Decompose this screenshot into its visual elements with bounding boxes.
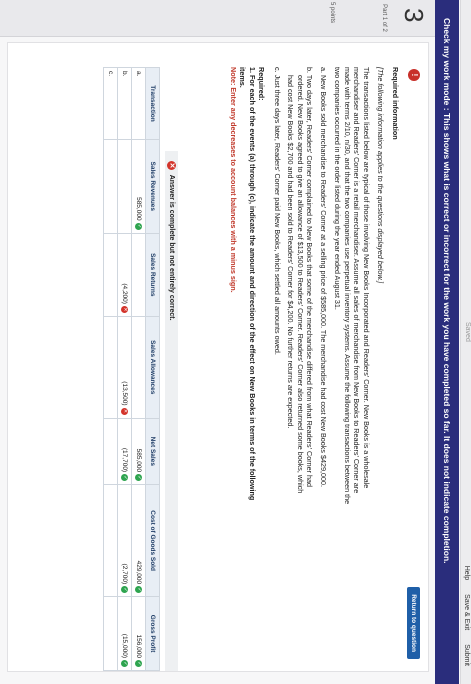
points-label: 5 points bbox=[329, 2, 335, 24]
transaction-list: a. New Books sold merchandise to Readers… bbox=[273, 67, 328, 507]
correct-check-icon: ✓ bbox=[135, 474, 143, 482]
correct-check-icon: ✓ bbox=[121, 474, 129, 482]
amount-value: 585,000 bbox=[134, 448, 142, 473]
intro-text: [The following information applies to th… bbox=[376, 67, 386, 284]
help-link[interactable]: Help bbox=[463, 566, 470, 580]
transaction-label: a. bbox=[131, 67, 146, 140]
note-text: Note: Enter any decreases to account bal… bbox=[229, 67, 238, 293]
amount-input-cell[interactable] bbox=[103, 316, 118, 419]
amount-value: 585,000 bbox=[134, 197, 142, 221]
correct-check-icon: ✓ bbox=[135, 660, 143, 667]
amount-input-cell[interactable] bbox=[131, 233, 146, 317]
column-header: Cost of Goods Sold bbox=[145, 484, 160, 597]
correct-check-icon: ✓ bbox=[121, 586, 129, 594]
required-heading: Required: bbox=[257, 67, 267, 101]
amount-value: (15,000) bbox=[120, 633, 128, 658]
amount-input-cell[interactable]: (17,700)✓ bbox=[117, 418, 132, 485]
amount-input-cell[interactable] bbox=[131, 316, 146, 419]
amount-input-cell[interactable] bbox=[117, 139, 132, 234]
amount-input-cell[interactable]: (15,000) ✓ bbox=[117, 596, 132, 671]
amount-value: (2,700) bbox=[120, 563, 128, 585]
answer-status-text: Answer is complete but not entirely corr… bbox=[168, 174, 175, 321]
scenario-paragraph: The transactions listed below are typica… bbox=[333, 67, 372, 505]
amount-input-cell[interactable]: 585,000✓ bbox=[131, 418, 146, 485]
amount-input-cell[interactable]: 156,000✓ bbox=[131, 596, 146, 671]
column-header: Sales Revenues bbox=[145, 139, 160, 234]
correct-check-icon: ✓ bbox=[121, 660, 129, 667]
top-links: Help Save & Exit Submit bbox=[463, 554, 470, 666]
column-header: Gross Profit bbox=[145, 596, 160, 671]
amount-input-cell[interactable]: 585,000✓ bbox=[131, 139, 146, 234]
table-row: c. bbox=[103, 67, 118, 671]
required-info-heading: Required information bbox=[391, 67, 400, 140]
answer-status-banner: ✕ Answer is complete but not entirely co… bbox=[165, 151, 178, 671]
amount-value: (13,500) bbox=[120, 381, 128, 406]
column-header: Sales Returns bbox=[145, 233, 160, 317]
column-header: Net Sales bbox=[145, 418, 160, 485]
page-stage: Saved Help Save & Exit Submit Check my w… bbox=[0, 0, 471, 684]
part-indicator: Part 1 of 2 bbox=[381, 4, 387, 32]
incorrect-x-icon: ✕ bbox=[121, 407, 129, 415]
return-to-question-button[interactable]: Return to question bbox=[407, 587, 420, 659]
amount-input-cell[interactable]: (4,200)✕ bbox=[117, 233, 132, 317]
amount-input-cell[interactable]: (2,700)✓ bbox=[117, 484, 132, 597]
amount-value: 429,000 bbox=[134, 560, 142, 585]
incorrect-icon: ✕ bbox=[167, 161, 177, 170]
question-card: ! Return to question Required informatio… bbox=[7, 42, 429, 672]
amount-value: (17,700) bbox=[120, 447, 128, 473]
list-item: b. Two days later, Readers' Corner compl… bbox=[286, 67, 315, 494]
save-status: Saved bbox=[464, 322, 471, 342]
incorrect-x-icon: ✕ bbox=[121, 305, 129, 313]
check-mode-banner: Check my work mode : This shows what is … bbox=[435, 0, 459, 684]
top-bar: Saved Help Save & Exit Submit bbox=[460, 0, 471, 684]
amount-input-cell[interactable] bbox=[103, 139, 118, 234]
table-row: a. 585,000✓ 585,000✓ 429,000✓ 156,000✓ bbox=[131, 67, 146, 671]
amount-input-cell[interactable] bbox=[103, 233, 118, 317]
amount-input-cell[interactable] bbox=[103, 484, 118, 597]
question-rail: 3 Part 1 of 2 5 points bbox=[0, 0, 435, 37]
table-header-row: Transaction Sales Revenues Sales Returns… bbox=[145, 67, 160, 671]
amount-input-cell[interactable]: (13,500)✕ bbox=[117, 316, 132, 419]
amount-value: 156,000 bbox=[134, 634, 142, 659]
column-header: Transaction bbox=[145, 67, 160, 140]
table-row: b. (4,200)✕ (13,500)✕ (17,700)✓ (2,700)✓ (15,… bbox=[117, 67, 132, 671]
correct-check-icon: ✓ bbox=[135, 222, 143, 230]
transaction-label: c. bbox=[103, 67, 118, 140]
amount-input-cell[interactable] bbox=[103, 418, 118, 485]
correct-check-icon: ✓ bbox=[135, 586, 143, 594]
transaction-label: b. bbox=[117, 67, 132, 140]
column-header: Sales Allowances bbox=[145, 316, 160, 419]
amount-input-cell[interactable]: 429,000✓ bbox=[131, 484, 146, 597]
list-item: c. Just three days later, Readers' Corne… bbox=[273, 67, 282, 355]
required-text: 1. For each of the events (a) through (c… bbox=[238, 67, 258, 501]
amount-value: (4,200) bbox=[120, 283, 128, 304]
question-body: Required information [The following info… bbox=[229, 67, 400, 507]
amount-input-cell[interactable] bbox=[103, 596, 118, 671]
effects-table: Transaction Sales Revenues Sales Returns… bbox=[103, 67, 160, 671]
save-exit-link[interactable]: Save & Exit bbox=[463, 594, 470, 630]
question-number: 3 bbox=[399, 8, 429, 23]
submit-link[interactable]: Submit bbox=[463, 644, 470, 666]
info-icon: ! bbox=[408, 69, 420, 81]
list-item: a. New Books sold merchandise to Readers… bbox=[319, 67, 328, 487]
